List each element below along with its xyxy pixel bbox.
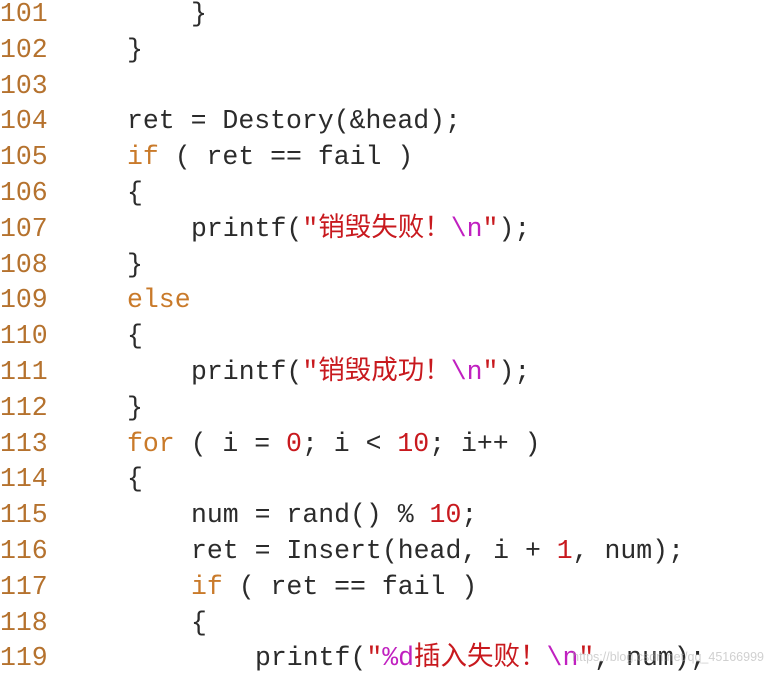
code-text: printf("销毁成功！\n"); <box>191 355 530 391</box>
code-text: } <box>127 391 143 427</box>
code-text: , num); <box>572 535 684 566</box>
string-literal: "销毁成功！ <box>302 356 451 387</box>
keyword: if <box>127 142 159 173</box>
code-text: ret = Insert(head, i + 1, num); <box>191 534 684 570</box>
line-number: 119 <box>0 643 48 674</box>
code-text: ( i = <box>174 428 287 459</box>
code-text: ); <box>498 356 531 387</box>
code-text: { <box>191 607 207 638</box>
line-number: 104 <box>0 106 48 137</box>
code-text: { <box>127 176 143 212</box>
code-text: ); <box>498 213 531 244</box>
number-literal: 1 <box>556 535 573 566</box>
code-text: { <box>127 464 143 495</box>
code-text: printf( <box>191 213 303 244</box>
code-text: num = rand() % <box>191 500 430 531</box>
code-text: { <box>127 177 143 208</box>
escape-sequence: \n <box>450 213 483 244</box>
number-literal: 0 <box>286 428 302 459</box>
escape-sequence: \n <box>450 356 483 387</box>
code-text: } <box>191 0 207 29</box>
code-text: ret = Destory(&head); <box>127 104 461 140</box>
code-text: num = rand() % 10; <box>191 498 477 534</box>
string-literal: 插入失败！ <box>414 643 547 674</box>
line-number: 103 <box>0 70 48 101</box>
line-number: 106 <box>0 177 48 208</box>
keyword: if <box>191 571 223 602</box>
code-text: if ( ret == fail ) <box>191 570 477 606</box>
line-number: 110 <box>0 321 48 352</box>
code-text: ret = Destory(&head); <box>127 106 461 137</box>
line-number: 117 <box>0 571 48 602</box>
keyword: else <box>127 285 191 316</box>
code-text: else <box>127 283 191 319</box>
line-number: 116 <box>0 535 48 566</box>
number-literal: 10 <box>429 500 462 531</box>
code-text: ret = Insert(head, i + <box>191 535 557 566</box>
code-text: ( ret == fail ) <box>158 142 414 173</box>
code-text: } <box>127 34 143 65</box>
code-text: { <box>127 462 143 498</box>
code-text: { <box>127 321 143 352</box>
escape-sequence: %d <box>382 643 415 674</box>
line-number: 107 <box>0 213 48 244</box>
line-number: 115 <box>0 500 48 531</box>
code-text: } <box>127 248 143 284</box>
line-number: 114 <box>0 464 48 495</box>
line-number: 108 <box>0 249 48 280</box>
code-text: if ( ret == fail ) <box>127 140 413 176</box>
line-number: 118 <box>0 607 48 638</box>
code-text: ( ret == fail ) <box>222 571 478 602</box>
line-number: 112 <box>0 392 48 423</box>
code-text: } <box>127 249 143 280</box>
keyword: for <box>127 428 175 459</box>
code-text: for ( i = 0; i < 10; i++ ) <box>127 427 541 463</box>
code-text: printf( <box>191 356 303 387</box>
line-number: 113 <box>0 428 48 459</box>
string-literal: "销毁失败！ <box>302 213 451 244</box>
line-number: 101 <box>0 0 48 29</box>
line-number: 105 <box>0 142 48 173</box>
code-text: } <box>191 0 207 33</box>
code-text: } <box>127 33 143 69</box>
watermark: https://blog.csdn.net/qq_45166999 <box>572 650 764 664</box>
code-text: { <box>191 606 207 642</box>
code-text: ; i < <box>301 428 398 459</box>
line-number: 109 <box>0 285 48 316</box>
string-literal: " <box>482 213 499 244</box>
code-text: ; i++ ) <box>429 428 541 459</box>
line-number: 102 <box>0 34 48 65</box>
string-literal: " <box>482 356 499 387</box>
code-text: printf( <box>255 643 367 674</box>
code-text: ; <box>461 500 478 531</box>
code-text: { <box>127 319 143 355</box>
line-number: 111 <box>0 356 48 387</box>
number-literal: 10 <box>397 428 430 459</box>
code-text: } <box>127 392 143 423</box>
code-text: printf("销毁失败！\n"); <box>191 212 530 248</box>
string-literal: " <box>366 643 383 674</box>
